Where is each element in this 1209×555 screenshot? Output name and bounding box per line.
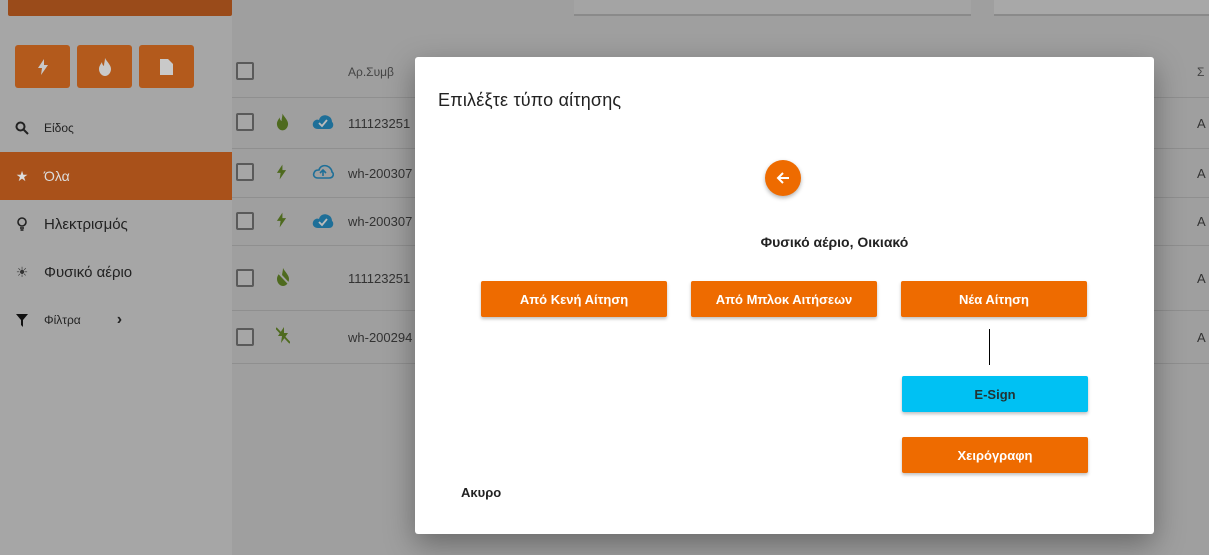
star-icon: ★	[15, 167, 29, 184]
cloud-check-icon	[312, 213, 334, 231]
row-checkbox[interactable]	[236, 212, 254, 230]
row-tail: A	[1197, 270, 1206, 286]
flame-icon	[98, 57, 111, 76]
column-header: Σ	[1197, 64, 1205, 79]
bolt-icon	[276, 164, 287, 183]
row-checkbox[interactable]	[236, 269, 254, 287]
contract-id: wh-200307	[348, 214, 413, 229]
sidebar-item-label: Φυσικό αέριο	[44, 263, 133, 281]
sidebar-item-electricity[interactable]: Ηλεκτρισμός	[0, 200, 232, 248]
chevron-right-icon: ›	[116, 311, 123, 328]
cloud-upload-icon	[312, 164, 335, 182]
sidebar-item-all[interactable]: ★ Όλα	[0, 152, 232, 200]
gas-type-button[interactable]	[77, 45, 132, 88]
bolt-icon	[37, 58, 48, 75]
row-tail: A	[1197, 329, 1206, 345]
sidebar-item-label: Ηλεκτρισμός	[44, 215, 128, 233]
sidebar-top-bar	[8, 0, 232, 16]
top-tab[interactable]	[994, 0, 1209, 16]
document-icon	[160, 58, 173, 75]
flame-icon	[276, 113, 289, 134]
sidebar-item-label: Όλα	[44, 168, 70, 184]
sidebar-item-kind[interactable]: Είδος	[0, 104, 232, 152]
row-checkbox[interactable]	[236, 328, 254, 346]
column-header-contract: Αρ.Συμβ	[348, 64, 394, 79]
contract-id: 111123251	[348, 270, 411, 286]
search-icon	[12, 121, 32, 135]
row-checkbox[interactable]	[236, 113, 254, 131]
bulb-icon	[12, 217, 32, 231]
sidebar: Είδος ★ Όλα Ηλεκτρισμός ☀ Φυσικό αέριο Φ…	[0, 0, 232, 555]
cancel-button[interactable]: Ακυρο	[461, 485, 501, 500]
sun-icon: ☀	[15, 263, 29, 280]
electricity-type-button[interactable]	[15, 45, 70, 88]
bolt-off-icon	[275, 327, 291, 347]
sidebar-item-gas[interactable]: ☀ Φυσικό αέριο	[0, 248, 232, 296]
cloud-check-icon	[312, 114, 334, 132]
row-tail: A	[1197, 214, 1206, 229]
row-tail: A	[1197, 165, 1206, 181]
contract-id: wh-200307	[348, 165, 413, 181]
filter-icon	[12, 313, 32, 327]
top-tab[interactable]	[574, 0, 971, 16]
select-all-checkbox[interactable]	[236, 62, 254, 80]
dialog-title: Επιλέξτε τύπο αίτησης	[438, 90, 622, 110]
contract-id: 111123251	[348, 115, 411, 131]
from-request-block-button[interactable]: Από Μπλοκ Αιτήσεων	[691, 281, 877, 317]
contract-id: wh-200294	[348, 329, 413, 345]
sidebar-item-label: Είδος	[44, 121, 74, 135]
sidebar-item-filters[interactable]: Φίλτρα ›	[0, 296, 232, 344]
arrow-left-icon	[776, 172, 789, 184]
document-type-button[interactable]	[139, 45, 194, 88]
esign-button[interactable]: E-Sign	[902, 376, 1088, 412]
connector-line	[989, 329, 990, 365]
dialog-subtitle: Φυσικό αέριο, Οικιακό	[760, 234, 909, 250]
back-button[interactable]	[765, 160, 801, 196]
type-filter-buttons	[15, 45, 194, 88]
row-checkbox[interactable]	[236, 163, 254, 181]
sidebar-item-label: Φίλτρα	[44, 313, 81, 327]
from-blank-request-button[interactable]: Από Κενή Αίτηση	[481, 281, 667, 317]
handwritten-button[interactable]: Χειρόγραφη	[902, 437, 1088, 473]
flame-off-icon	[275, 267, 291, 289]
new-request-button[interactable]: Νέα Αίτηση	[901, 281, 1087, 317]
request-type-dialog: Επιλέξτε τύπο αίτησης Φυσικό αέριο, Οικι…	[415, 57, 1154, 534]
bolt-icon	[276, 212, 287, 231]
row-tail: A	[1197, 115, 1206, 131]
